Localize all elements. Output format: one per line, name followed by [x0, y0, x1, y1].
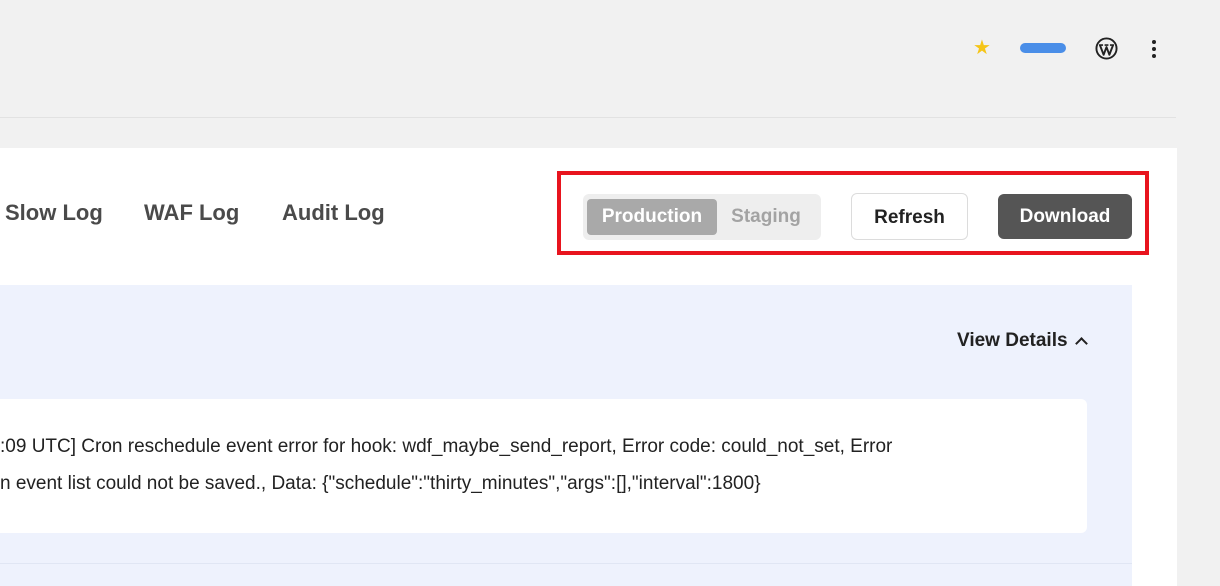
star-icon[interactable]: ★: [972, 36, 992, 60]
kebab-menu-icon[interactable]: [1144, 37, 1164, 61]
wordpress-icon[interactable]: [1095, 37, 1118, 60]
tab-audit-log[interactable]: Audit Log: [282, 200, 385, 226]
chevron-up-icon: [1074, 337, 1088, 350]
log-message-card: :09 UTC] Cron reschedule event error for…: [0, 399, 1087, 533]
download-button[interactable]: Download: [998, 194, 1132, 239]
tab-waf-log[interactable]: WAF Log: [144, 200, 239, 226]
log-line: :09 UTC] Cron reschedule event error for…: [0, 436, 893, 457]
logs-panel: Slow Log WAF Log Audit Log Production St…: [0, 148, 1177, 586]
browser-toolbar: ★: [0, 0, 1220, 117]
tab-slow-log[interactable]: Slow Log: [5, 200, 103, 226]
staging-option[interactable]: Staging: [719, 199, 813, 235]
log-divider: [0, 563, 1132, 564]
environment-toggle[interactable]: Production Staging: [583, 194, 821, 240]
log-entry: View Details :09 UTC] Cron reschedule ev…: [0, 285, 1132, 586]
view-details-toggle[interactable]: View Details: [957, 330, 1088, 352]
production-option[interactable]: Production: [587, 199, 717, 235]
refresh-button[interactable]: Refresh: [851, 193, 968, 240]
view-details-label: View Details: [957, 330, 1068, 351]
toolbar-divider: [0, 117, 1176, 118]
profile-pill[interactable]: [1020, 43, 1066, 53]
log-line: n event list could not be saved., Data: …: [0, 473, 761, 494]
